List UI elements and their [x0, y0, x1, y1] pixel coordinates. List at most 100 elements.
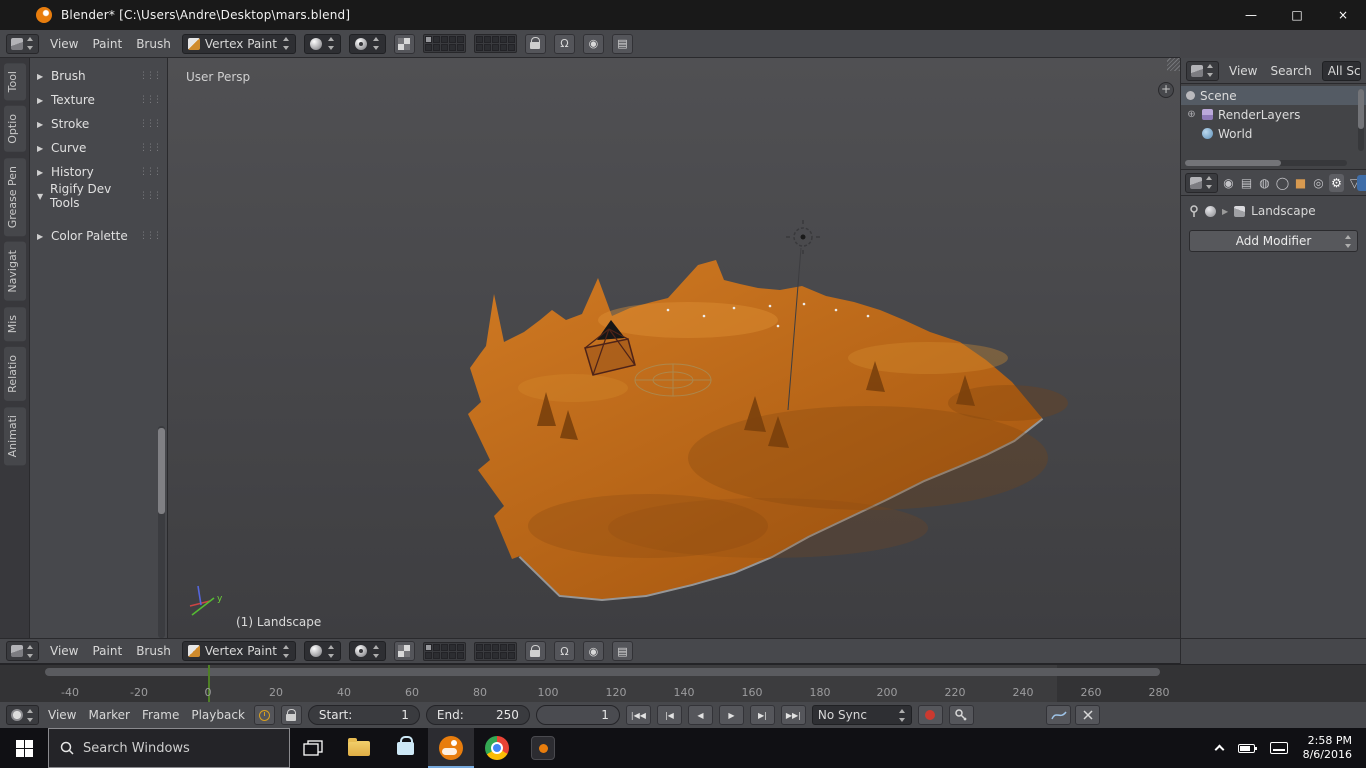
fcurve-button[interactable] [1046, 705, 1071, 725]
play-button[interactable]: ▶ [718, 705, 744, 725]
scrollbar-thumb[interactable] [1185, 160, 1281, 166]
outliner-vscrollbar[interactable] [1358, 89, 1364, 151]
snap-button[interactable]: Ω [553, 33, 575, 54]
expand-plus-icon[interactable]: ⊕ [1186, 109, 1197, 120]
prev-keyframe-button[interactable]: |◀ [656, 705, 682, 725]
render-tab-icon[interactable]: ◉ [1221, 174, 1236, 192]
editor-type-button[interactable] [6, 33, 39, 54]
drag-grip-icon[interactable]: ⋮⋮⋮ [139, 119, 162, 129]
object-tab-icon[interactable]: ■ [1293, 174, 1308, 192]
render-anim-button[interactable]: ▤ [611, 641, 633, 661]
modifiers-tab-icon[interactable]: ⚙ [1329, 173, 1344, 192]
record-button[interactable] [917, 705, 943, 725]
taskbar-search-box[interactable]: Search Windows [48, 728, 290, 768]
render-opengl-button[interactable]: ◉ [582, 33, 604, 54]
panel-color-palette[interactable]: ▶ Color Palette ⋮⋮⋮ [30, 224, 167, 248]
drag-grip-icon[interactable]: ⋮⋮⋮ [139, 191, 162, 201]
viewport-3d[interactable]: y User Persp (1) Landscape + [168, 58, 1180, 638]
render-anim-button[interactable]: ▤ [611, 33, 633, 54]
view-menu[interactable]: View [47, 37, 81, 51]
toolshelf-scrollbar[interactable] [158, 426, 165, 638]
outliner-hscrollbar[interactable] [1185, 160, 1347, 166]
scrollbar-thumb[interactable] [158, 428, 165, 514]
panel-stroke[interactable]: ▶ Stroke ⋮⋮⋮ [30, 112, 167, 136]
panel-history[interactable]: ▶ History ⋮⋮⋮ [30, 160, 167, 184]
store-button[interactable] [382, 728, 428, 768]
timeline-marker-menu[interactable]: Marker [85, 708, 132, 722]
paint-menu[interactable]: Paint [89, 37, 125, 51]
frame-end-field[interactable]: End: 250 [425, 705, 530, 725]
expand-region-button[interactable]: + [1158, 82, 1174, 98]
pin-icon[interactable] [1189, 205, 1199, 217]
next-tab-icon[interactable] [1357, 175, 1366, 191]
drag-grip-icon[interactable]: ⋮⋮⋮ [139, 231, 162, 241]
paint-menu[interactable]: Paint [89, 644, 125, 658]
clip-button[interactable] [1075, 705, 1100, 725]
tab-options[interactable]: Optio [3, 106, 26, 153]
jump-start-button[interactable]: |◀◀ [625, 705, 651, 725]
panel-rigify-dev-tools[interactable]: ▼ Rigify Dev Tools ⋮⋮⋮ [30, 182, 167, 210]
datablock-icon[interactable] [1205, 205, 1216, 217]
tab-misc[interactable]: Mis [3, 307, 26, 342]
lock-button[interactable] [524, 641, 546, 661]
next-keyframe-button[interactable]: ▶| [749, 705, 775, 725]
timeline-playback-menu[interactable]: Playback [188, 708, 248, 722]
area-resize-grip[interactable] [1167, 58, 1180, 71]
timeline-ruler[interactable]: -40 -20 0 20 40 60 80 100 120 140 160 18… [0, 664, 1366, 703]
start-button[interactable] [0, 728, 48, 768]
keying-set-button[interactable] [948, 705, 974, 725]
timeline-hscrollbar[interactable] [45, 668, 1160, 676]
layer-grid-2[interactable] [473, 34, 517, 53]
panel-texture[interactable]: ▶ Texture ⋮⋮⋮ [30, 88, 167, 112]
brush-menu[interactable]: Brush [133, 644, 174, 658]
editor-type-button[interactable] [1186, 60, 1219, 81]
terrain-mesh[interactable] [468, 260, 1068, 602]
outliner-view-menu[interactable]: View [1226, 64, 1260, 78]
drag-grip-icon[interactable]: ⋮⋮⋮ [139, 95, 162, 105]
battery-icon[interactable] [1237, 743, 1257, 753]
texture-toggle-button[interactable] [393, 641, 415, 661]
outliner-search-menu[interactable]: Search [1267, 64, 1314, 78]
sync-mode-select[interactable]: No Sync [811, 705, 912, 725]
brush-menu[interactable]: Brush [133, 37, 174, 51]
viewport-shading-select[interactable] [303, 641, 341, 661]
mode-select[interactable]: Vertex Paint [181, 33, 296, 54]
layer-grid-1[interactable] [422, 34, 466, 53]
file-explorer-button[interactable] [336, 728, 382, 768]
world-tab-icon[interactable]: ◯ [1275, 174, 1290, 192]
panel-brush[interactable]: ▶ Brush ⋮⋮⋮ [30, 64, 167, 88]
pivot-point-select[interactable] [348, 33, 386, 54]
preview-range-button[interactable] [253, 705, 275, 725]
constraints-tab-icon[interactable]: ◎ [1311, 174, 1326, 192]
outliner-item-renderlayers[interactable]: ⊕ RenderLayers [1181, 105, 1366, 124]
chrome-taskbar-button[interactable] [474, 728, 520, 768]
tab-animation[interactable]: Animati [3, 407, 26, 466]
layer-grid-2[interactable] [473, 641, 517, 661]
scene-tab-icon[interactable]: ◍ [1257, 174, 1272, 192]
drag-grip-icon[interactable]: ⋮⋮⋮ [139, 143, 162, 153]
current-frame-field[interactable]: 1 [535, 705, 620, 725]
lattice-object[interactable] [634, 363, 712, 397]
pivot-point-select[interactable] [348, 641, 386, 661]
play-reverse-button[interactable]: ◀ [687, 705, 713, 725]
editor-type-button[interactable] [6, 705, 39, 725]
outliner-item-scene[interactable]: Scene [1181, 86, 1366, 105]
timeline-lock-button[interactable] [280, 705, 302, 725]
lock-button[interactable] [524, 33, 546, 54]
tab-navigation[interactable]: Navigat [3, 242, 26, 301]
tab-relations[interactable]: Relatio [3, 347, 26, 402]
frame-start-field[interactable]: Start: 1 [307, 705, 420, 725]
snap-button[interactable]: Ω [553, 641, 575, 661]
panel-curve[interactable]: ▶ Curve ⋮⋮⋮ [30, 136, 167, 160]
add-modifier-button[interactable]: Add Modifier [1189, 230, 1358, 252]
drag-grip-icon[interactable]: ⋮⋮⋮ [139, 167, 162, 177]
jump-end-button[interactable]: ▶▶| [780, 705, 806, 725]
close-button[interactable]: × [1320, 0, 1366, 30]
maximize-button[interactable]: □ [1274, 0, 1320, 30]
view-menu[interactable]: View [47, 644, 81, 658]
editor-type-button[interactable] [6, 641, 39, 661]
tab-tool[interactable]: Tool [3, 63, 26, 101]
app-taskbar-button[interactable] [520, 728, 566, 768]
blender-taskbar-button[interactable] [428, 728, 474, 768]
mode-select[interactable]: Vertex Paint [181, 641, 296, 661]
